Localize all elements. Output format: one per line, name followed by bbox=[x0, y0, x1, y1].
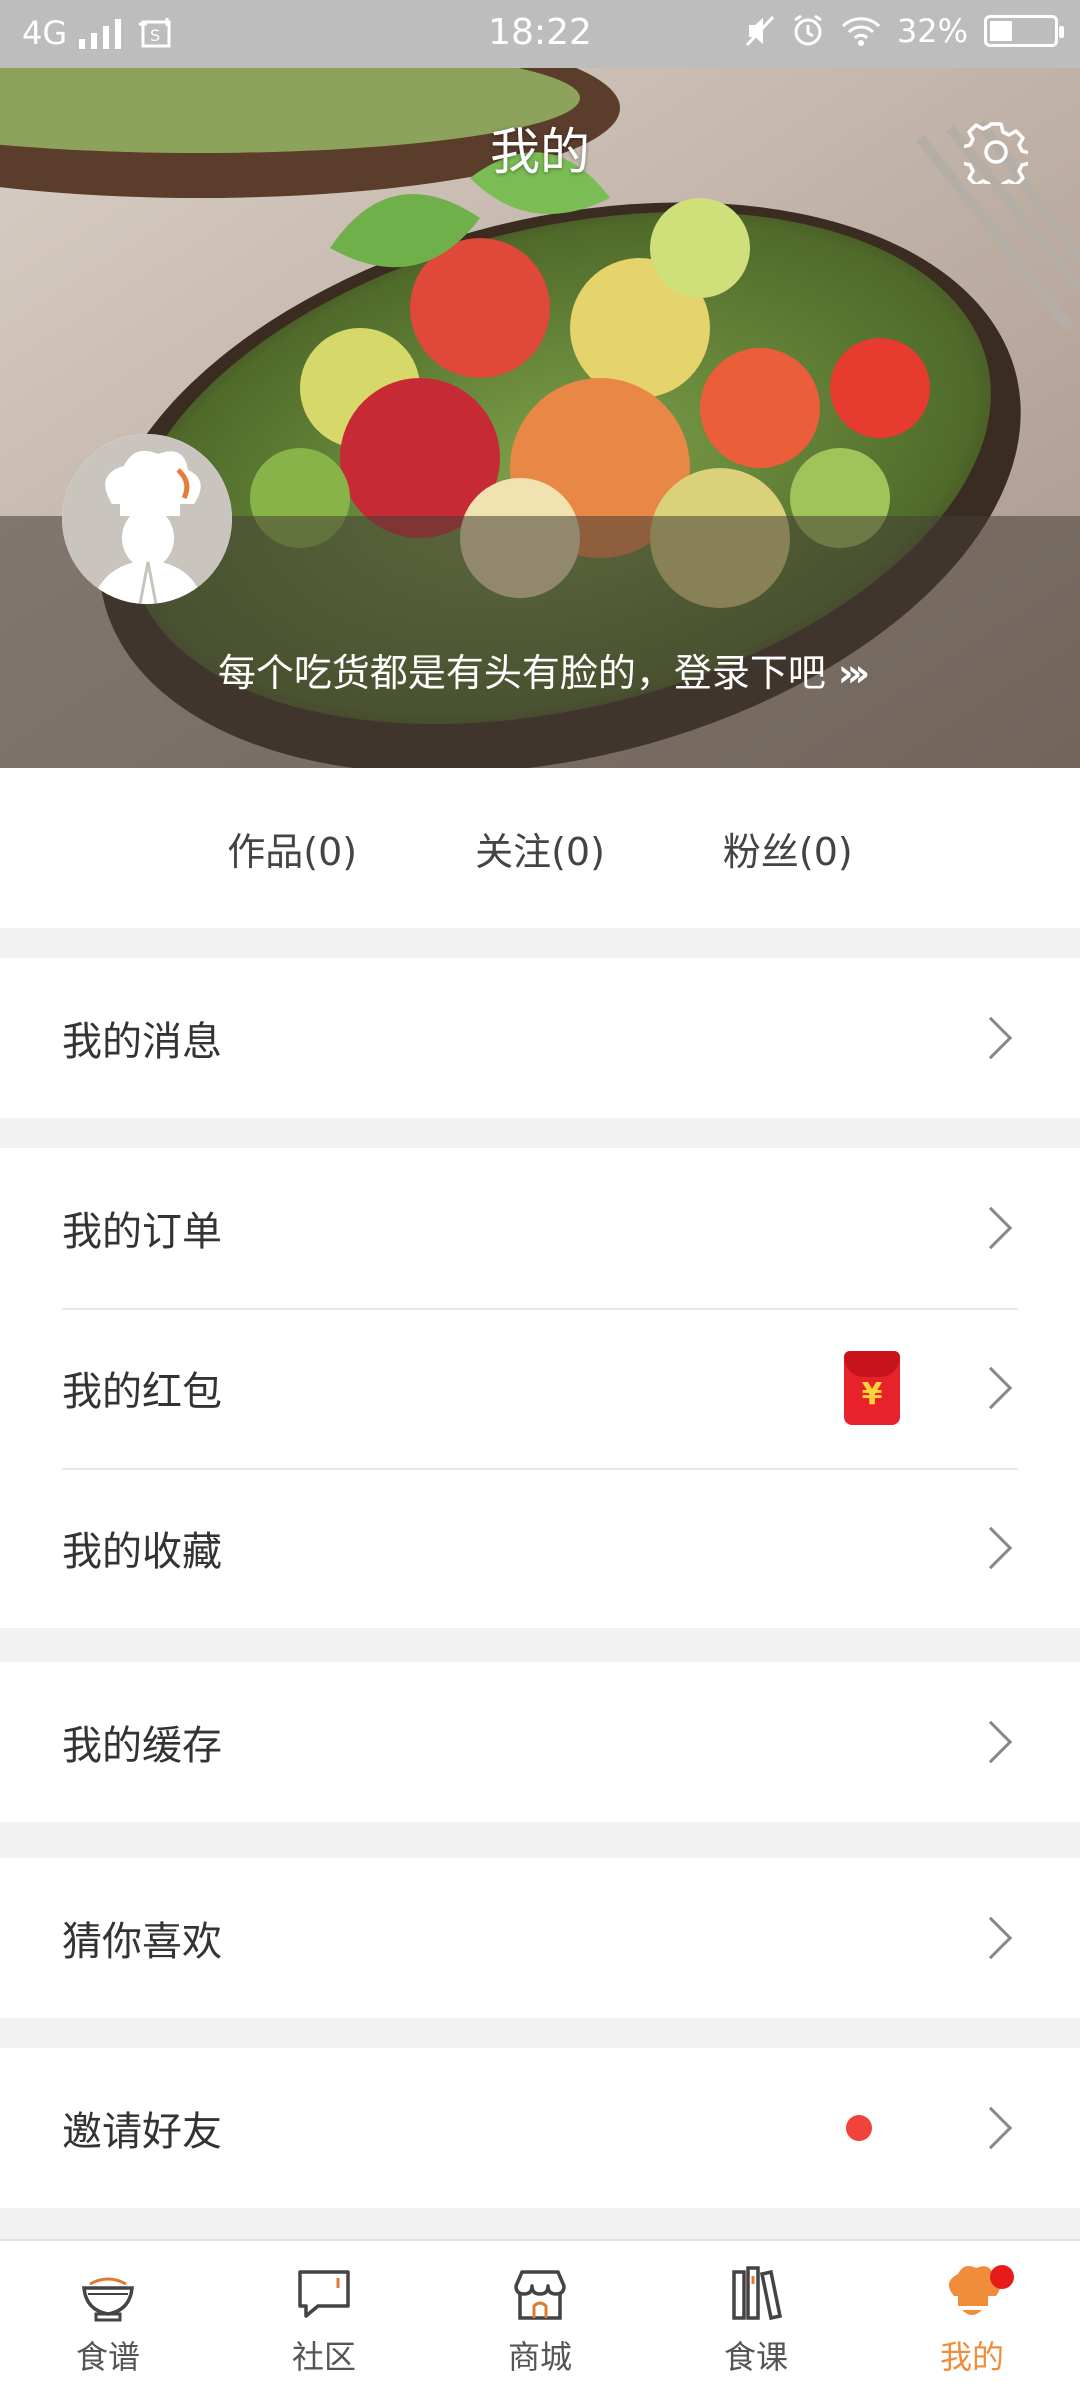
menu-label: 邀请好友 bbox=[62, 2109, 222, 2155]
menu-label: 我的订单 bbox=[62, 1209, 222, 1255]
tab-recipes[interactable]: 食谱 bbox=[0, 2241, 216, 2399]
profile-header: 我的 每个吃货都是有头有脸的，登录下吧 »› bbox=[0, 68, 1080, 768]
chevron-right-icon bbox=[969, 1526, 1013, 1570]
tab-mall[interactable]: 商城 bbox=[432, 2241, 648, 2399]
stats-row: 作品(0) 关注(0) 粉丝(0) bbox=[0, 768, 1080, 928]
menu-label: 我的收藏 bbox=[62, 1529, 222, 1575]
chevron-right-icon bbox=[969, 2106, 1013, 2150]
bottom-tab-bar: 食谱 社区 商城 食课 我的 bbox=[0, 2239, 1080, 2399]
menu-item-red-packets[interactable]: 我的红包 ¥ bbox=[0, 1308, 1080, 1468]
menu-item-guess-like[interactable]: 猜你喜欢 bbox=[0, 1858, 1080, 2018]
menu-item-favorites[interactable]: 我的收藏 bbox=[0, 1468, 1080, 1628]
storefront-icon bbox=[514, 2270, 566, 2320]
battery-icon bbox=[984, 15, 1064, 47]
menu-item-messages[interactable]: 我的消息 bbox=[0, 958, 1080, 1118]
tab-community[interactable]: 社区 bbox=[216, 2241, 432, 2399]
mute-icon bbox=[745, 15, 774, 47]
chef-avatar-icon bbox=[62, 434, 232, 604]
double-chevron-right-icon: »› bbox=[837, 651, 870, 695]
menu-group-guess: 猜你喜欢 bbox=[0, 1858, 1080, 2018]
tab-mine[interactable]: 我的 bbox=[864, 2241, 1080, 2399]
page-title: 我的 bbox=[490, 123, 590, 181]
chevron-right-icon bbox=[969, 1366, 1013, 1410]
chevron-right-icon bbox=[969, 1916, 1013, 1960]
tab-label: 食谱 bbox=[75, 2338, 140, 2376]
chevron-right-icon bbox=[969, 1016, 1013, 1060]
wifi-icon bbox=[841, 17, 880, 46]
menu-group-cache: 我的缓存 bbox=[0, 1662, 1080, 1822]
menu-label: 我的缓存 bbox=[62, 1723, 222, 1769]
battery-percent: 32% bbox=[896, 12, 968, 50]
works-count[interactable]: 作品(0) bbox=[227, 821, 357, 876]
chat-bubble-icon bbox=[298, 2270, 350, 2318]
avatar[interactable] bbox=[62, 434, 232, 604]
settings-gear-icon[interactable] bbox=[964, 120, 1028, 184]
alarm-icon bbox=[794, 14, 822, 46]
menu-group-invite: 邀请好友 bbox=[0, 2048, 1080, 2208]
red-packet-icon: ¥ bbox=[844, 1351, 900, 1425]
tab-courses[interactable]: 食课 bbox=[648, 2241, 864, 2399]
books-icon bbox=[732, 2266, 783, 2321]
menu-label: 猜你喜欢 bbox=[62, 1919, 222, 1965]
menu-group-messages: 我的消息 bbox=[0, 958, 1080, 1118]
status-bar: 4G S 18:22 32% bbox=[0, 0, 1080, 68]
login-prompt-text: 每个吃货都是有头有脸的，登录下吧 bbox=[217, 651, 826, 695]
menu-item-cache[interactable]: 我的缓存 bbox=[0, 1662, 1080, 1822]
tab-label: 食课 bbox=[723, 2338, 788, 2376]
chevron-right-icon bbox=[969, 1206, 1013, 1250]
following-count[interactable]: 关注(0) bbox=[475, 821, 605, 876]
menu-label: 我的消息 bbox=[62, 1019, 222, 1065]
tab-label: 社区 bbox=[291, 2338, 356, 2376]
tab-label: 我的 bbox=[939, 2338, 1004, 2376]
menu-item-orders[interactable]: 我的订单 bbox=[0, 1148, 1080, 1308]
notification-badge bbox=[990, 2265, 1014, 2289]
fans-count[interactable]: 粉丝(0) bbox=[723, 821, 853, 876]
login-prompt[interactable]: 每个吃货都是有头有脸的，登录下吧 »› bbox=[0, 642, 1080, 697]
menu-group-orders: 我的订单 我的红包 ¥ 我的收藏 bbox=[0, 1148, 1080, 1628]
menu-label: 我的红包 bbox=[62, 1369, 222, 1415]
bowl-icon bbox=[82, 2277, 134, 2322]
menu-item-invite[interactable]: 邀请好友 bbox=[0, 2048, 1080, 2208]
tab-label: 商城 bbox=[507, 2338, 572, 2376]
chevron-right-icon bbox=[969, 1720, 1013, 1764]
notification-dot bbox=[846, 2115, 872, 2141]
status-right: 32% bbox=[745, 12, 1064, 50]
